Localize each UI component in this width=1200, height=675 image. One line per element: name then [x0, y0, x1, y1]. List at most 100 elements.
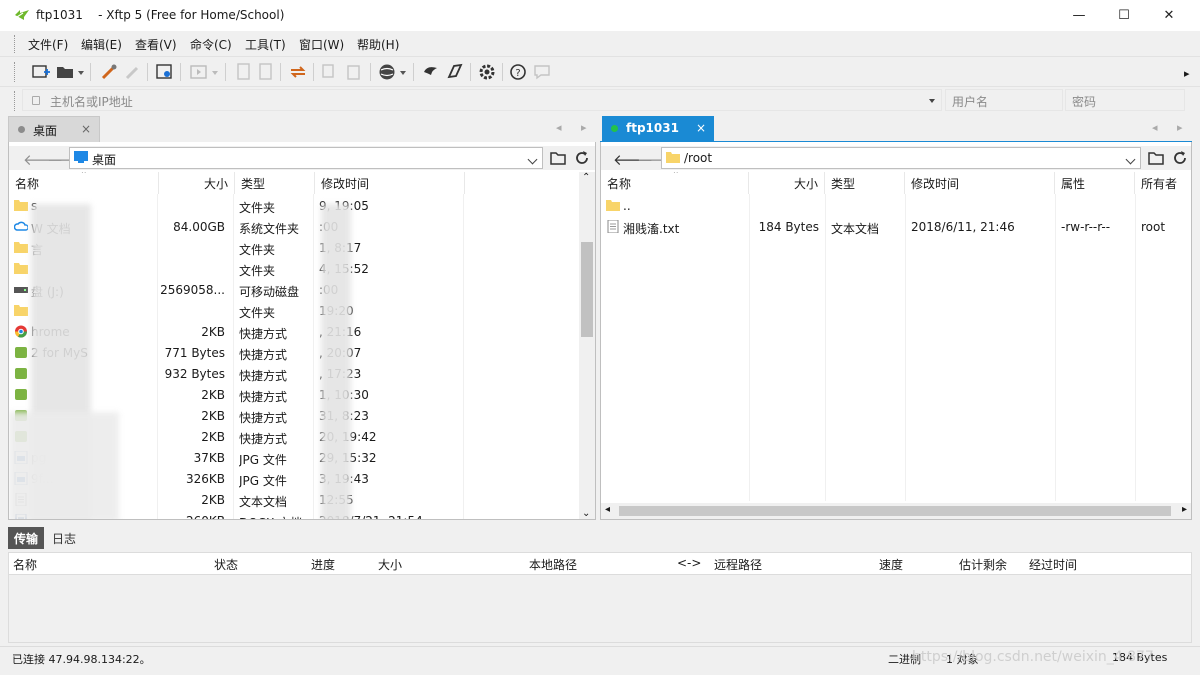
- menu-command[interactable]: 命令(C): [190, 36, 232, 53]
- col-mtime[interactable]: 修改时间: [315, 172, 465, 194]
- properties-icon[interactable]: [155, 62, 175, 82]
- local-file-row[interactable]: hrome2KB快捷方式, 21:16: [9, 322, 579, 343]
- scroll-thumb[interactable]: [581, 242, 593, 337]
- left-tab-row: 桌面 × ◂ ▸: [8, 116, 598, 142]
- local-file-row[interactable]: 言文件夹1, 8:17: [9, 238, 579, 259]
- transfer-col-status[interactable]: 状态: [214, 556, 238, 573]
- tab-scroll-arrows[interactable]: ◂ ▸: [556, 121, 595, 134]
- maximize-button[interactable]: ☐: [1101, 0, 1147, 31]
- transfer-dropdown-icon[interactable]: [212, 71, 218, 75]
- redaction-blur: [9, 412, 119, 519]
- bottom-tabs: 传输 日志: [0, 525, 1200, 550]
- local-vertical-scrollbar[interactable]: ⌃ ⌄: [579, 172, 595, 519]
- status-bar: 已连接 47.94.98.134:22。 二进制 1 对象 184 Bytes …: [0, 646, 1200, 668]
- tab-transfer[interactable]: 传输: [8, 527, 45, 549]
- host-input[interactable]: 主机名或IP地址: [22, 89, 942, 111]
- tab-scroll-arrows[interactable]: ◂ ▸: [1152, 121, 1191, 134]
- transfer-col-remote-path[interactable]: 远程路径: [714, 556, 762, 573]
- local-file-row[interactable]: s文件夹9, 19:05: [9, 196, 579, 217]
- col-attr[interactable]: 属性: [1055, 172, 1135, 194]
- open-dropdown-icon[interactable]: [78, 71, 84, 75]
- menu-edit[interactable]: 编辑(E): [81, 36, 122, 53]
- toolbar-separator: [225, 63, 226, 81]
- menu-view[interactable]: 查看(V): [135, 36, 177, 53]
- transfer-col-eta[interactable]: 估计剩余: [959, 556, 1007, 573]
- refresh-icon[interactable]: [1171, 149, 1189, 167]
- gear-icon[interactable]: [477, 62, 497, 82]
- transfer-col-local-path[interactable]: 本地路径: [529, 556, 577, 573]
- local-file-row[interactable]: 文件夹4, 15:52: [9, 259, 579, 280]
- transfer-col-size[interactable]: 大小: [378, 556, 402, 573]
- username-input[interactable]: 用户名: [945, 89, 1063, 111]
- scroll-down-icon[interactable]: ⌄: [582, 508, 590, 519]
- connect-icon[interactable]: [99, 62, 119, 82]
- menu-window[interactable]: 窗口(W): [299, 36, 344, 53]
- local-file-row[interactable]: 2KB快捷方式1, 10:30: [9, 385, 579, 406]
- col-type[interactable]: 类型: [825, 172, 905, 194]
- chevron-down-icon[interactable]: [929, 99, 935, 103]
- sync-icon[interactable]: [288, 62, 308, 82]
- close-window-button[interactable]: ✕: [1146, 0, 1192, 31]
- download-icon[interactable]: [256, 62, 276, 82]
- file-size: 184 Bytes: [758, 220, 819, 234]
- disconnect-icon[interactable]: [123, 62, 143, 82]
- password-input[interactable]: 密码: [1065, 89, 1185, 111]
- col-size[interactable]: 大小: [749, 172, 825, 194]
- help-icon[interactable]: ?: [508, 62, 528, 82]
- local-path-field[interactable]: 桌面: [69, 147, 543, 169]
- xftp-icon[interactable]: [445, 62, 465, 82]
- toolbar-overflow-icon[interactable]: ▸: [1184, 67, 1190, 80]
- open-folder-icon[interactable]: [1147, 149, 1165, 167]
- tab-ftp1031[interactable]: ftp1031 ×: [602, 116, 714, 142]
- col-owner[interactable]: 所有者: [1135, 172, 1191, 194]
- upload-icon[interactable]: [234, 62, 254, 82]
- transfer-col-direction[interactable]: <->: [677, 556, 701, 570]
- scroll-up-icon[interactable]: ⌃: [582, 172, 590, 183]
- menu-file[interactable]: 文件(F): [28, 36, 68, 53]
- local-file-row[interactable]: 盘 (J:)2569058...可移动磁盘:00: [9, 280, 579, 301]
- tab-close-icon[interactable]: ×: [696, 121, 706, 135]
- file-size: 932 Bytes: [164, 367, 225, 381]
- transfer-col-progress[interactable]: 进度: [311, 556, 335, 573]
- col-type[interactable]: 类型: [235, 172, 315, 194]
- new-session-icon[interactable]: [31, 62, 51, 82]
- paste-icon[interactable]: [344, 62, 364, 82]
- tab-desktop[interactable]: 桌面 ×: [8, 116, 100, 142]
- copy-icon[interactable]: [320, 62, 340, 82]
- transfer-col-name[interactable]: 名称: [13, 556, 37, 573]
- scroll-left-icon[interactable]: ◂: [605, 504, 610, 515]
- addressbar-grip: [14, 91, 16, 111]
- remote-path-field[interactable]: /root: [661, 147, 1141, 169]
- local-file-row[interactable]: 文件夹19:20: [9, 301, 579, 322]
- xshell-icon[interactable]: [421, 62, 441, 82]
- remote-file-row[interactable]: ..: [601, 196, 1191, 217]
- local-file-row[interactable]: 2 for MyS771 Bytes快捷方式, 20:07: [9, 343, 579, 364]
- open-folder-icon[interactable]: [55, 62, 75, 82]
- file-size: 2KB: [201, 409, 225, 423]
- globe-dropdown-icon[interactable]: [400, 71, 406, 75]
- globe-icon[interactable]: [377, 62, 397, 82]
- tab-log[interactable]: 日志: [46, 527, 82, 549]
- menu-help[interactable]: 帮助(H): [357, 36, 399, 53]
- col-mtime[interactable]: 修改时间: [905, 172, 1055, 194]
- scroll-right-icon[interactable]: ▸: [1182, 504, 1187, 515]
- menu-grip: [14, 35, 16, 53]
- chevron-down-icon[interactable]: [1125, 154, 1136, 165]
- menu-tools[interactable]: 工具(T): [245, 36, 286, 53]
- local-file-row[interactable]: 932 Bytes快捷方式, 17:23: [9, 364, 579, 385]
- remote-file-row[interactable]: 湘贱滀.txt 184 Bytes 文本文档 2018/6/11, 21:46 -rw-…: [601, 217, 1191, 238]
- scroll-thumb[interactable]: [619, 506, 1171, 516]
- file-type: 文本文档: [831, 222, 880, 236]
- remote-horizontal-scrollbar[interactable]: ◂ ▸: [601, 503, 1191, 519]
- local-file-row[interactable]: W 文档84.00GB系统文件夹:00: [9, 217, 579, 238]
- chat-icon[interactable]: [532, 62, 552, 82]
- chevron-down-icon[interactable]: [527, 154, 538, 165]
- minimize-button[interactable]: —: [1056, 0, 1102, 31]
- transfer-col-speed[interactable]: 速度: [879, 556, 903, 573]
- open-folder-icon[interactable]: [549, 149, 567, 167]
- transfer-start-icon[interactable]: [189, 62, 209, 82]
- refresh-icon[interactable]: [573, 149, 591, 167]
- col-size[interactable]: 大小: [159, 172, 235, 194]
- tab-close-icon[interactable]: ×: [81, 122, 91, 136]
- transfer-col-elapsed[interactable]: 经过时间: [1029, 556, 1077, 573]
